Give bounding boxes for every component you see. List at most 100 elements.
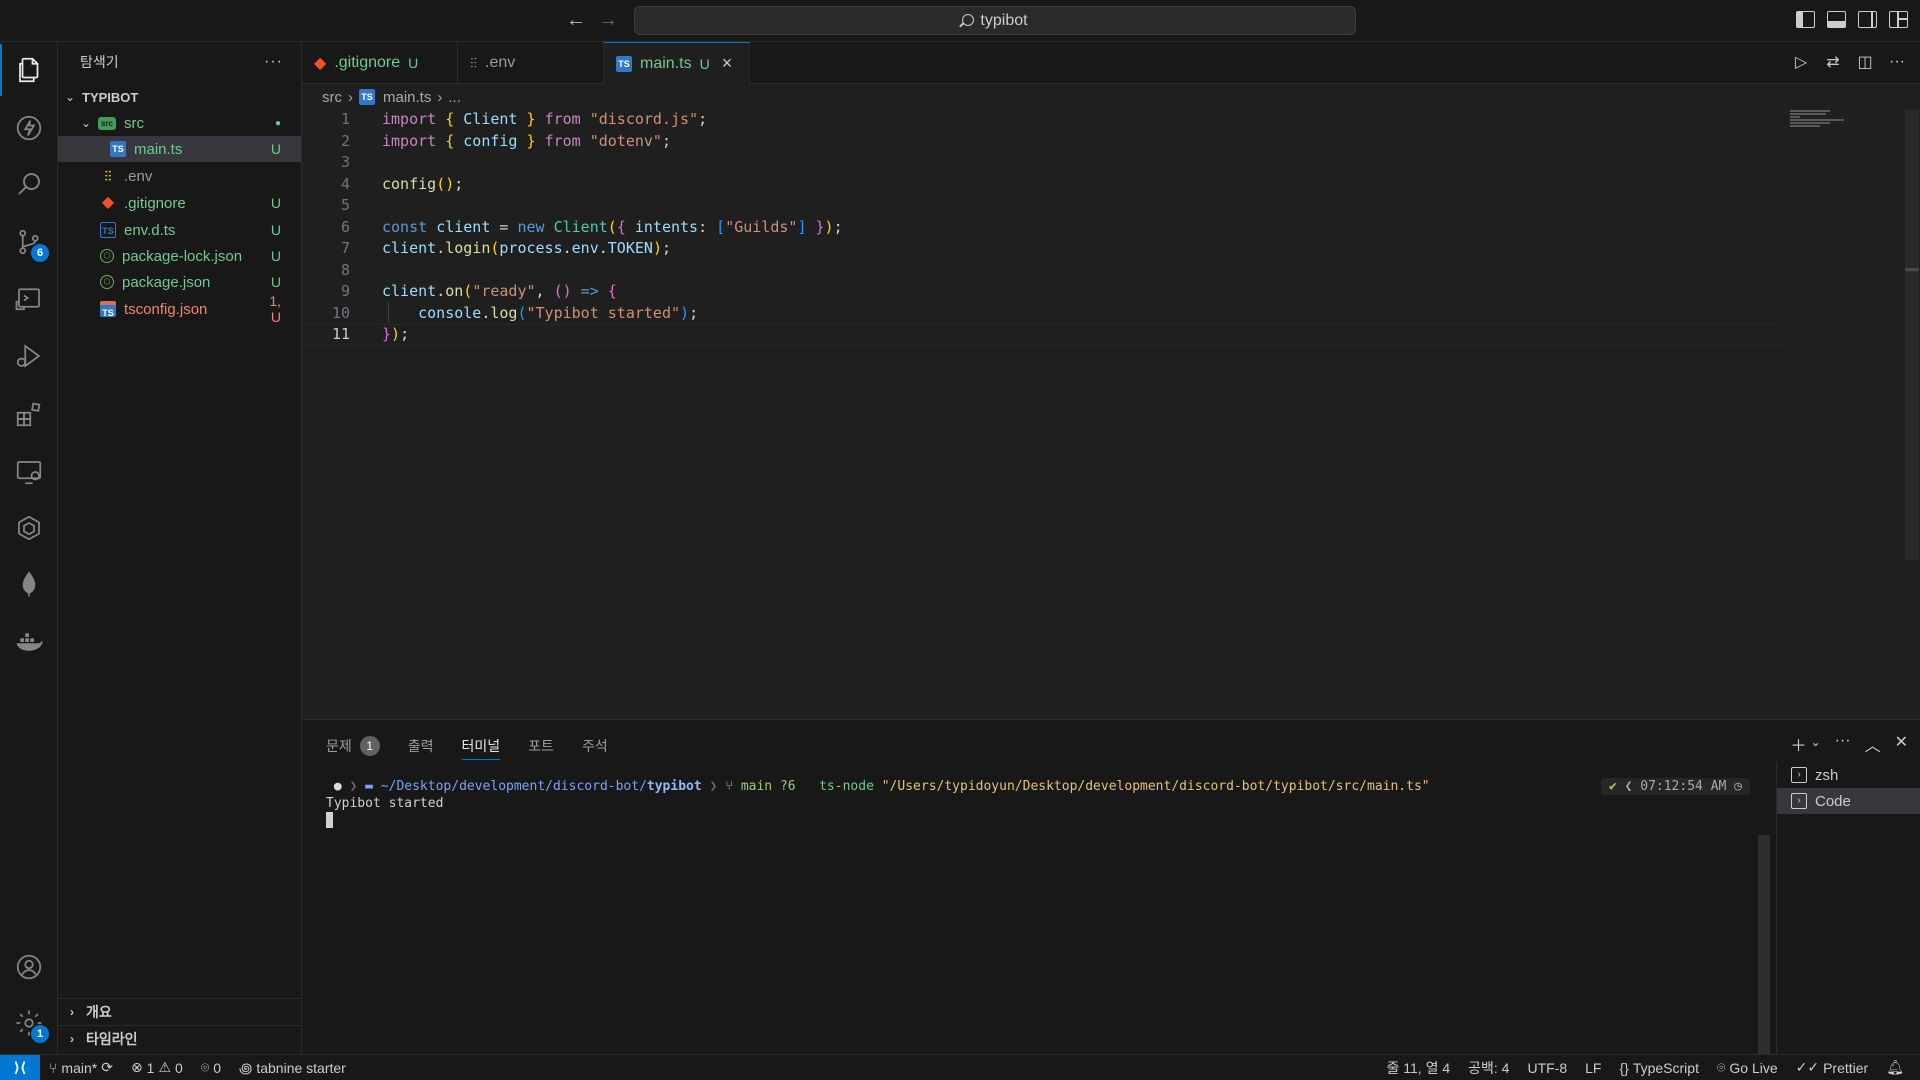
status-prettier[interactable]: ✓✓ Prettier bbox=[1787, 1059, 1878, 1076]
status-encoding[interactable]: UTF-8 bbox=[1518, 1060, 1576, 1076]
extensions-icon[interactable] bbox=[0, 388, 58, 440]
tree-item-env-d-ts[interactable]: TS env.d.ts U bbox=[58, 217, 301, 243]
remote-indicator-icon[interactable]: ⟩⟨ bbox=[0, 1054, 40, 1080]
tree-item-tsconfig-json[interactable]: TS tsconfig.json 1, U bbox=[58, 293, 301, 325]
maximize-panel-icon[interactable]: ︿ bbox=[1865, 732, 1881, 756]
mongodb-leaf-icon[interactable] bbox=[0, 558, 58, 610]
tab-terminal[interactable]: 터미널 bbox=[461, 732, 501, 760]
nodejs-file-icon: ⬡ bbox=[100, 249, 114, 263]
status-golive[interactable]: ⌾ Go Live bbox=[1708, 1059, 1787, 1076]
panel-tab-label: 터미널 bbox=[461, 737, 501, 754]
breadcrumb-file[interactable]: main.ts bbox=[383, 89, 431, 106]
tree-item-status: U bbox=[270, 222, 281, 238]
run-debug-icon[interactable] bbox=[0, 330, 58, 382]
status-branch[interactable]: ⑂ main* ⟳ bbox=[40, 1059, 122, 1076]
source-control-icon[interactable]: 6 bbox=[0, 216, 58, 268]
more-actions-icon[interactable]: ··· bbox=[1888, 53, 1906, 71]
activity-bar: 6 1 bbox=[0, 42, 58, 1054]
editor-scrollbar-thumb[interactable] bbox=[1905, 268, 1919, 271]
close-icon[interactable]: × bbox=[722, 53, 733, 74]
terminal-item-zsh[interactable]: › zsh bbox=[1777, 762, 1920, 788]
status-right: 줄 11, 열 4 공백: 4 UTF-8 LF {} TypeScript ⌾ G… bbox=[1377, 1058, 1920, 1078]
tree-item-package-lock-json[interactable]: ⬡ package-lock.json U bbox=[58, 243, 301, 269]
timeline-section[interactable]: › 타임라인 bbox=[58, 1025, 301, 1051]
terminal-cursor bbox=[326, 812, 333, 828]
split-editor-icon[interactable]: ◫ bbox=[1856, 53, 1874, 71]
explorer-icon[interactable] bbox=[0, 44, 58, 96]
status-position[interactable]: 줄 11, 열 4 bbox=[1377, 1058, 1459, 1078]
tab-env[interactable]: ⫶⫶ .env bbox=[458, 42, 604, 84]
sync-icon: ⟳ bbox=[101, 1059, 113, 1075]
tree-item-label: tsconfig.json bbox=[124, 300, 208, 318]
code-text: }); bbox=[382, 325, 410, 343]
bell-icon[interactable]: 🔔︎ bbox=[1877, 1059, 1920, 1076]
tab-main-ts[interactable]: TS main.ts U × bbox=[604, 42, 750, 84]
tab-ports[interactable]: 포트 bbox=[528, 732, 554, 760]
breadcrumb-more[interactable]: ... bbox=[448, 89, 461, 106]
breadcrumb-folder[interactable]: src bbox=[322, 89, 342, 106]
line-number: 10 bbox=[331, 303, 350, 322]
chevron-down-icon: ⌄ bbox=[80, 116, 92, 130]
more-actions-icon[interactable]: ··· bbox=[264, 53, 283, 71]
arrow-left-icon[interactable]: ← bbox=[564, 8, 588, 32]
remote-debug-icon[interactable] bbox=[0, 272, 58, 324]
code-editor[interactable]: 1 import { Client } from "discord.js"; 2 i… bbox=[302, 109, 1782, 719]
gear-icon[interactable]: 1 bbox=[0, 997, 58, 1049]
terminal-item-label: zsh bbox=[1815, 766, 1839, 784]
toggle-panel-icon[interactable] bbox=[1827, 11, 1846, 28]
editor-scrollbar[interactable] bbox=[1905, 110, 1919, 560]
chevron-down-icon[interactable]: ⌄ bbox=[1811, 732, 1821, 756]
compare-changes-icon[interactable]: ⇄ bbox=[1824, 53, 1842, 71]
tab-comments[interactable]: 주석 bbox=[582, 732, 608, 760]
tree-item-gitignore[interactable]: ◆ .gitignore U bbox=[58, 190, 301, 216]
status-branch-label: main* bbox=[61, 1059, 98, 1076]
packages-icon[interactable] bbox=[0, 502, 58, 554]
tab-gitignore[interactable]: ◆ .gitignore U bbox=[302, 42, 458, 84]
lightning-icon[interactable] bbox=[0, 102, 58, 154]
tab-output[interactable]: 출력 bbox=[408, 732, 434, 760]
tree-item-src[interactable]: ⌄ src src ● bbox=[58, 110, 301, 136]
status-problems[interactable]: ⊗ 1 ⚠ 0 bbox=[122, 1059, 192, 1076]
account-icon[interactable] bbox=[0, 941, 58, 993]
tab-label: .gitignore bbox=[334, 54, 401, 71]
tab-problems[interactable]: 문제 1 bbox=[326, 732, 380, 760]
status-language[interactable]: {} TypeScript bbox=[1610, 1060, 1708, 1076]
run-icon[interactable]: ▷ bbox=[1792, 53, 1810, 71]
tree-item-package-json[interactable]: ⬡ package.json U bbox=[58, 269, 301, 295]
more-actions-icon[interactable]: ··· bbox=[1835, 732, 1851, 756]
command-center-search[interactable]: typibot bbox=[634, 6, 1356, 35]
panel-actions: ＋ ⌄ ··· ︿ ✕ bbox=[1791, 732, 1908, 756]
prompt-time: 07:12:54 AM bbox=[1640, 779, 1727, 794]
status-golive-label: Go Live bbox=[1729, 1059, 1778, 1076]
tree-item-main-ts[interactable]: TS main.ts U bbox=[58, 136, 301, 162]
arrow-right-icon[interactable]: → bbox=[596, 8, 620, 32]
apple-icon: ● bbox=[326, 779, 350, 794]
tree-item-label: .env bbox=[124, 167, 153, 185]
status-indentation[interactable]: 공백: 4 bbox=[1459, 1058, 1518, 1078]
tree-item-env[interactable]: ⫶⫶ .env bbox=[58, 163, 301, 189]
terminal-item-code[interactable]: › Code bbox=[1777, 788, 1920, 814]
outline-section[interactable]: › 개요 bbox=[58, 998, 301, 1024]
search-icon[interactable] bbox=[0, 158, 58, 210]
terminal-scrollbar[interactable] bbox=[1758, 835, 1770, 1055]
customize-layout-icon[interactable] bbox=[1889, 11, 1908, 28]
minimap[interactable] bbox=[1790, 110, 1860, 134]
toggle-primary-sidebar-icon[interactable] bbox=[1796, 11, 1815, 28]
status-eol[interactable]: LF bbox=[1576, 1060, 1610, 1076]
new-terminal-icon[interactable]: ＋ bbox=[1791, 732, 1807, 756]
terminal-output[interactable]: ● ❯ ▬ ~/Desktop/development/discord-bot/… bbox=[326, 778, 1766, 829]
status-tabnine[interactable]: ꩜ tabnine starter bbox=[230, 1057, 355, 1078]
terminal-list: › zsh › Code bbox=[1776, 762, 1920, 1055]
close-icon[interactable]: ✕ bbox=[1895, 732, 1908, 756]
project-root[interactable]: ⌄ TYPIBOT bbox=[58, 84, 301, 110]
remote-explorer-icon[interactable] bbox=[0, 446, 58, 498]
toggle-secondary-sidebar-icon[interactable] bbox=[1858, 11, 1877, 28]
code-line: 8 bbox=[302, 260, 1782, 282]
panel-tab-label: 문제 bbox=[326, 738, 352, 754]
docker-icon[interactable] bbox=[0, 616, 58, 668]
code-text: console.log("Typibot started"); bbox=[418, 303, 699, 322]
status-ports[interactable]: ⌾ 0 bbox=[192, 1059, 230, 1076]
terminal-prompt-line: ● ❯ ▬ ~/Desktop/development/discord-bot/… bbox=[326, 779, 1430, 794]
warning-icon: ⚠ bbox=[158, 1059, 172, 1075]
line-number: 9 bbox=[340, 282, 350, 300]
